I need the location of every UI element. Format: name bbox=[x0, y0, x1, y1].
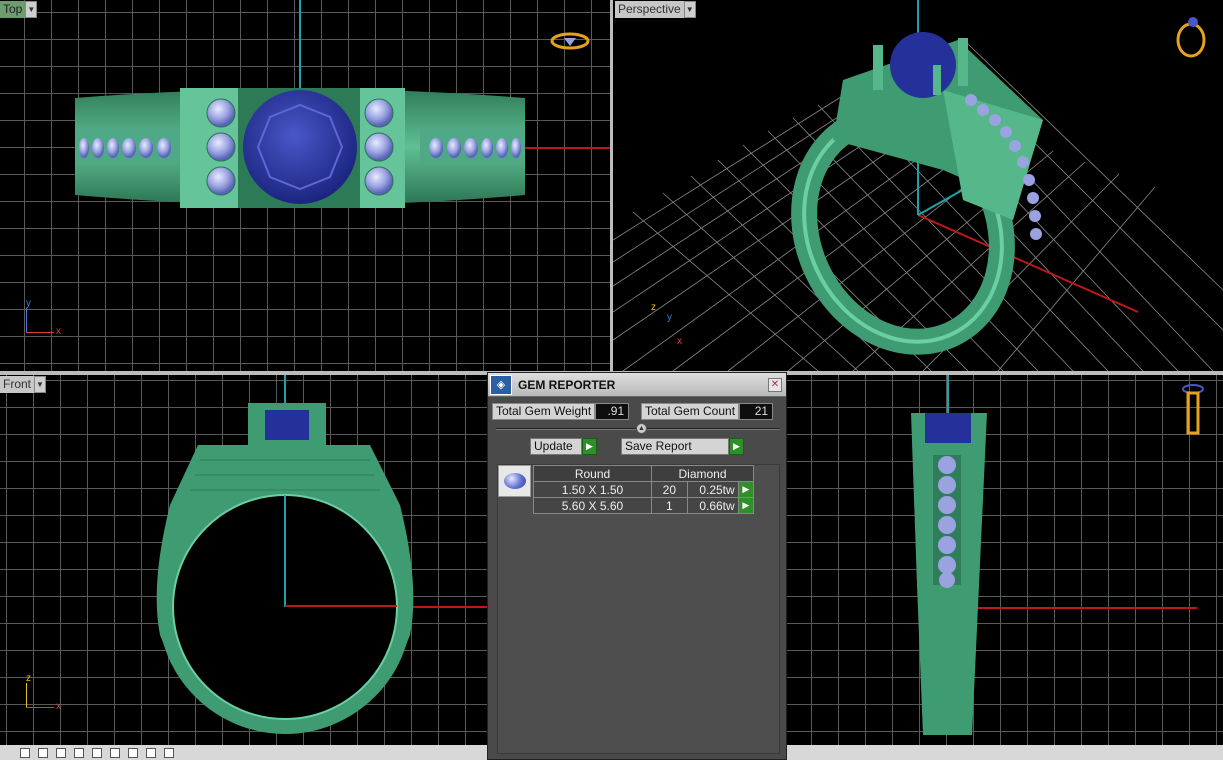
play-arrow-icon[interactable]: ▶ bbox=[729, 438, 744, 455]
slider-handle[interactable]: ▲ bbox=[636, 423, 647, 434]
toolbar-checkbox[interactable] bbox=[38, 747, 48, 758]
toolbar-checkbox[interactable] bbox=[20, 747, 30, 758]
axis-gizmo: y x bbox=[24, 298, 74, 338]
viewport-label-text: Perspective bbox=[615, 1, 684, 18]
ring-icon[interactable] bbox=[1177, 383, 1207, 438]
gem-weight: 0.66tw bbox=[686, 497, 739, 514]
viewport-perspective[interactable]: Perspective ▼ z y x bbox=[613, 0, 1223, 371]
gizmo-y-label: y bbox=[667, 312, 672, 323]
chevron-down-icon[interactable]: ▼ bbox=[683, 1, 696, 18]
total-gem-weight-label: Total Gem Weight bbox=[492, 403, 596, 420]
save-report-button[interactable]: Save Report ▶ bbox=[621, 438, 744, 455]
gem-reporter-title: GEM REPORTER bbox=[518, 377, 616, 392]
gem-type-header: Diamond bbox=[651, 465, 754, 482]
toolbar-checkbox[interactable] bbox=[74, 747, 84, 758]
table-row[interactable]: 1.50 X 1.50 20 0.25tw ▶ bbox=[533, 481, 755, 498]
viewport-right[interactable] bbox=[787, 375, 1223, 745]
gem-count: 1 bbox=[651, 497, 688, 514]
gem-reporter-slider[interactable]: ▲ bbox=[496, 423, 780, 434]
toolbar-checkbox[interactable] bbox=[146, 747, 156, 758]
total-gem-weight-value: .91 bbox=[595, 403, 630, 420]
total-gem-count-field: Total Gem Count 21 bbox=[641, 403, 774, 420]
save-report-button-label: Save Report bbox=[621, 438, 729, 455]
table-header-row: Round Diamond bbox=[533, 465, 754, 482]
gem-reporter-window[interactable]: ◈ GEM REPORTER ✕ Total Gem Weight .91 To… bbox=[487, 372, 787, 760]
ring-top-view bbox=[75, 88, 525, 208]
gem-count: 20 bbox=[651, 481, 688, 498]
close-icon[interactable]: ✕ bbox=[768, 377, 782, 392]
axis-gizmo: z y x bbox=[647, 302, 697, 347]
gem-table: Round Diamond 1.50 X 1.50 20 0.25tw ▶ 5.… bbox=[533, 465, 755, 514]
total-gem-count-value: 21 bbox=[739, 403, 774, 420]
toolbar-checkbox[interactable] bbox=[56, 747, 66, 758]
bottom-toolbar bbox=[0, 745, 487, 760]
play-arrow-icon[interactable]: ▶ bbox=[737, 481, 755, 498]
gizmo-x-label: x bbox=[677, 336, 682, 347]
round-gem-icon[interactable] bbox=[498, 465, 531, 497]
update-button[interactable]: Update ▶ bbox=[530, 438, 597, 455]
viewport-front[interactable]: Front ▼ z x bbox=[0, 375, 487, 745]
gem-reporter-logo-icon: ◈ bbox=[490, 374, 512, 395]
total-gem-count-label: Total Gem Count bbox=[641, 403, 740, 420]
toolbar-checkbox[interactable] bbox=[128, 747, 138, 758]
toolbar-checkbox[interactable] bbox=[164, 747, 174, 758]
gem-size: 1.50 X 1.50 bbox=[533, 481, 652, 498]
table-row[interactable]: 5.60 X 5.60 1 0.66tw ▶ bbox=[533, 497, 755, 514]
toolbar-checkbox[interactable] bbox=[110, 747, 120, 758]
play-arrow-icon[interactable]: ▶ bbox=[737, 497, 755, 514]
gizmo-z-label: z bbox=[651, 302, 656, 313]
gizmo-x-label: x bbox=[56, 701, 61, 712]
bottom-toolbar-right bbox=[787, 745, 1223, 760]
gem-reporter-titlebar[interactable]: ◈ GEM REPORTER ✕ bbox=[488, 373, 786, 397]
ring-side-view bbox=[911, 413, 987, 735]
update-button-label: Update bbox=[530, 438, 582, 455]
toolbar-checkbox[interactable] bbox=[92, 747, 102, 758]
total-gem-weight-field: Total Gem Weight .91 bbox=[492, 403, 630, 420]
gem-size: 5.60 X 5.60 bbox=[533, 497, 652, 514]
gem-weight: 0.25tw bbox=[686, 481, 739, 498]
gem-shape-header: Round bbox=[533, 465, 652, 482]
play-arrow-icon[interactable]: ▶ bbox=[582, 438, 597, 455]
viewport-top[interactable]: Top ▼ y x bbox=[0, 0, 610, 371]
viewport-label-perspective[interactable]: Perspective ▼ bbox=[615, 1, 696, 18]
ring-icon[interactable] bbox=[1173, 12, 1213, 60]
perspective-grid bbox=[613, 0, 1223, 371]
ring-icon[interactable] bbox=[550, 30, 590, 52]
axis-gizmo: z x bbox=[24, 673, 74, 713]
gizmo-x-label: x bbox=[56, 326, 61, 337]
